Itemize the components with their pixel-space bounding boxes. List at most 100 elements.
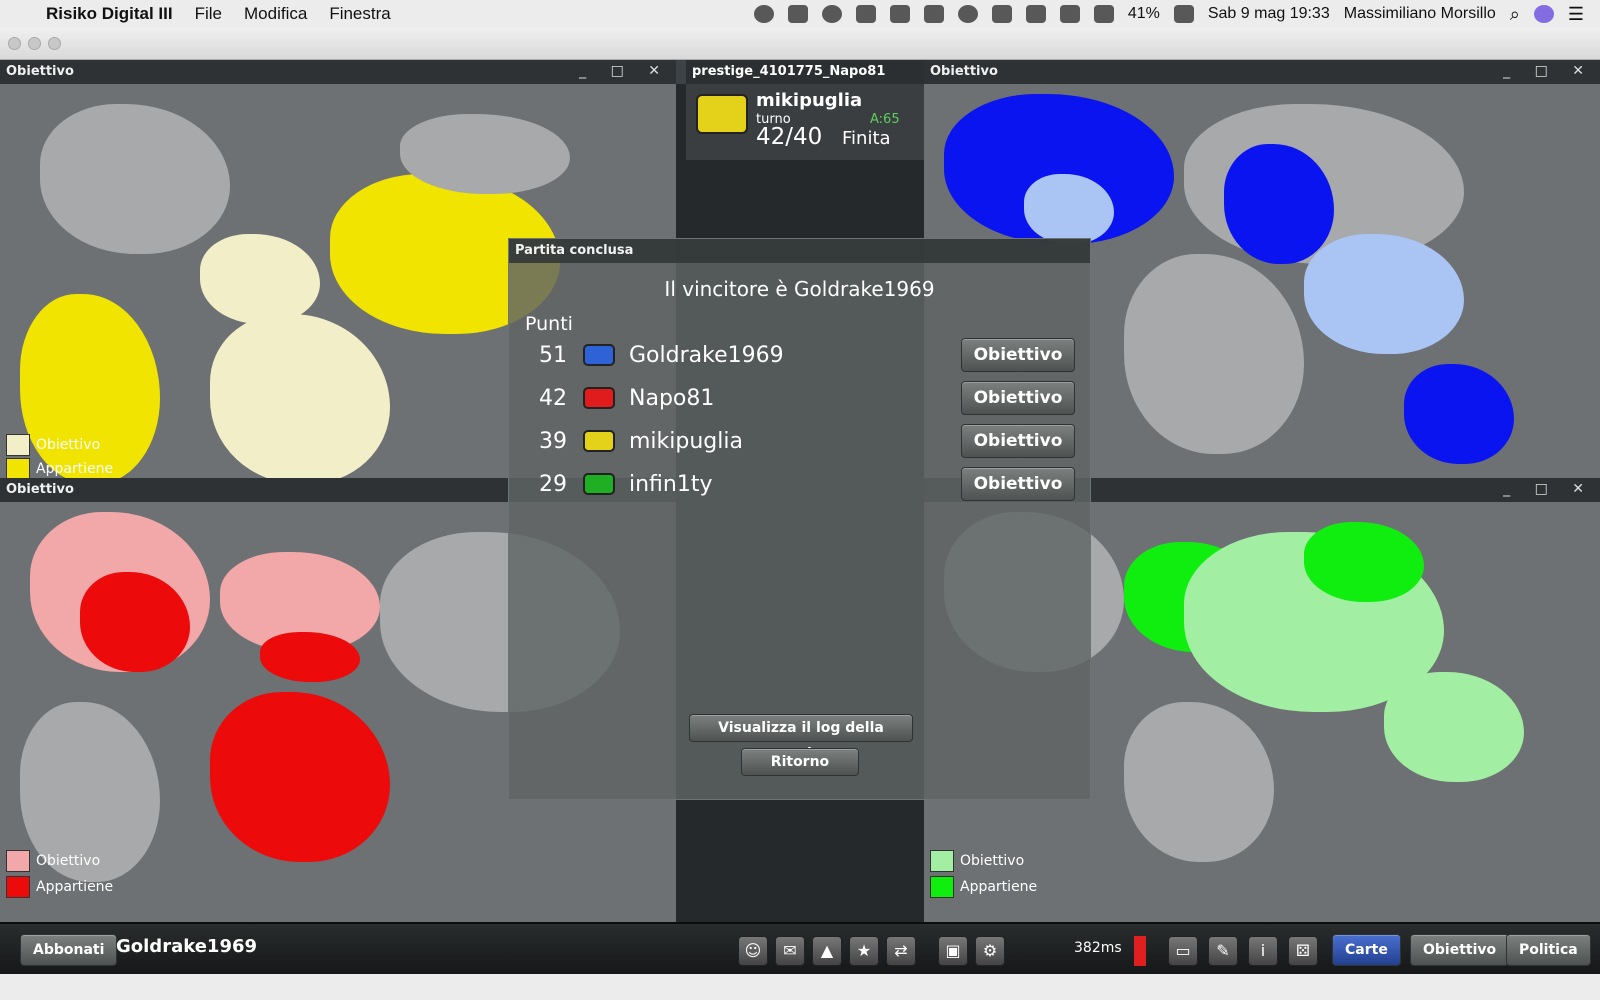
legend-label: Appartiene xyxy=(960,879,1038,895)
objective-button[interactable]: Obiettivo xyxy=(961,424,1075,458)
game-info-panel: prestige_4101775_Napo81 mikipuglia turno… xyxy=(686,60,924,160)
return-button[interactable]: Ritorno xyxy=(741,748,859,776)
dice-icon[interactable]: ⚄ xyxy=(1288,936,1318,966)
armies-count: A:65 xyxy=(870,112,900,127)
legend-swatch xyxy=(930,876,954,898)
player-tank-icon xyxy=(696,94,748,134)
control-center-icon[interactable]: ☰ xyxy=(1568,4,1584,25)
territory[interactable] xyxy=(400,114,570,194)
territory[interactable] xyxy=(1124,254,1304,454)
territory-owned[interactable] xyxy=(210,692,390,862)
legend-owned: Appartiene xyxy=(6,876,113,898)
star-icon[interactable]: ★ xyxy=(849,936,879,966)
menu-file[interactable]: File xyxy=(195,4,222,24)
window-title-bar xyxy=(0,28,1600,60)
volume-icon[interactable] xyxy=(1093,5,1114,23)
game-over-dialog: Partita conclusa Il vincitore è Goldrake… xyxy=(508,238,1091,800)
dialog-title: Partita conclusa xyxy=(509,239,1090,263)
player-score: 42 xyxy=(539,385,567,411)
cloud-icon[interactable] xyxy=(821,5,842,23)
objective-button[interactable]: Obiettivo xyxy=(961,467,1075,501)
siri-icon[interactable] xyxy=(1533,5,1554,23)
panel-window-buttons[interactable]: _ □ ✕ xyxy=(1503,481,1594,497)
objective-bottom-button[interactable]: Obiettivo xyxy=(1410,934,1510,966)
legend-swatch xyxy=(6,850,30,872)
bottom-toolbar: Abbonati Goldrake1969 ☺ ✉ ▲ ★ ⇄ ▣ ⚙ 382m… xyxy=(0,922,1600,974)
view-log-button[interactable]: Visualizza il log della partita xyxy=(689,714,913,762)
territory-owned[interactable] xyxy=(1404,364,1514,464)
chat-icon[interactable]: ✉ xyxy=(775,936,805,966)
menu-modifica[interactable]: Modifica xyxy=(244,4,307,24)
territory-owned[interactable] xyxy=(1304,522,1424,602)
territory[interactable] xyxy=(1124,702,1274,862)
game-status: Finita xyxy=(842,128,891,149)
window-footer xyxy=(0,974,1600,1000)
window-icon[interactable]: ▣ xyxy=(938,936,968,966)
player-name: Goldrake1969 xyxy=(629,342,784,368)
legend-swatch xyxy=(6,458,30,478)
player-name: Napo81 xyxy=(629,385,715,411)
status-icon[interactable] xyxy=(753,5,774,23)
territory-objective[interactable] xyxy=(1384,672,1524,782)
ping-value: 382ms xyxy=(1074,940,1122,956)
legend-label: Obiettivo xyxy=(36,437,101,453)
airplay-icon[interactable] xyxy=(991,5,1012,23)
current-player-name: Goldrake1969 xyxy=(116,936,258,957)
players-icon[interactable]: ☺ xyxy=(738,936,768,966)
territory-objective[interactable] xyxy=(1304,234,1464,354)
player-score: 29 xyxy=(539,471,567,497)
battery-percent: 41% xyxy=(1127,5,1160,22)
objective-button[interactable]: Obiettivo xyxy=(961,381,1075,415)
satellite-icon[interactable] xyxy=(889,5,910,23)
current-player: mikipuglia xyxy=(756,90,863,111)
points-header: Punti xyxy=(525,313,573,335)
turn-value: 42/40 xyxy=(756,124,823,150)
legend-owned: Appartiene xyxy=(930,876,1037,898)
connection-indicator xyxy=(1134,936,1146,966)
cards-icon[interactable]: ▭ xyxy=(1168,936,1198,966)
player-name: infin1ty xyxy=(629,471,713,497)
wifi-icon[interactable] xyxy=(1059,5,1080,23)
time-machine-icon[interactable] xyxy=(957,5,978,23)
player-row: 39 mikipuglia Obiettivo xyxy=(525,421,1075,461)
transfer-icon[interactable]: ⇄ xyxy=(886,936,916,966)
bluetooth-icon[interactable] xyxy=(1025,5,1046,23)
legend-label: Obiettivo xyxy=(36,853,101,869)
player-row: 51 Goldrake1969 Obiettivo xyxy=(525,335,1075,375)
legend-objective: Obiettivo xyxy=(6,434,100,456)
panel-window-buttons[interactable]: _ □ ✕ xyxy=(579,63,670,79)
tank-icon xyxy=(583,344,615,366)
territory[interactable] xyxy=(40,104,230,254)
legend-objective: Obiettivo xyxy=(930,850,1024,872)
tank-icon xyxy=(583,473,615,495)
panel-title: Obiettivo xyxy=(0,60,676,84)
bbedit-icon[interactable] xyxy=(923,5,944,23)
app-menu[interactable]: Risiko Digital III xyxy=(46,4,173,24)
territory-objective[interactable] xyxy=(210,314,390,478)
objective-button[interactable]: Obiettivo xyxy=(961,338,1075,372)
spotlight-icon[interactable]: ⌕ xyxy=(1510,4,1520,25)
dropbox-icon[interactable] xyxy=(855,5,876,23)
winner-text: Il vincitore è Goldrake1969 xyxy=(664,277,935,301)
settings-icon[interactable]: ⚙ xyxy=(975,936,1005,966)
legend-owned: Appartiene xyxy=(6,458,113,478)
shield-icon[interactable] xyxy=(787,5,808,23)
panel-window-buttons[interactable]: _ □ ✕ xyxy=(1503,63,1594,79)
player-score: 39 xyxy=(539,428,567,454)
legend-label: Appartiene xyxy=(36,879,114,895)
cards-button[interactable]: Carte xyxy=(1332,934,1401,966)
zoom-window-icon[interactable] xyxy=(48,37,61,50)
menu-finestra[interactable]: Finestra xyxy=(329,4,390,24)
politics-button[interactable]: Politica xyxy=(1506,934,1591,966)
info-icon[interactable]: i xyxy=(1248,936,1278,966)
minimize-window-icon[interactable] xyxy=(28,37,41,50)
stamp-icon[interactable]: ▲ xyxy=(812,936,842,966)
notes-icon[interactable]: ✎ xyxy=(1208,936,1238,966)
user-name[interactable]: Massimiliano Morsillo xyxy=(1344,5,1496,23)
player-row: 42 Napo81 Obiettivo xyxy=(525,378,1075,418)
subscribers-button[interactable]: Abbonati xyxy=(20,934,118,966)
territory-objective[interactable] xyxy=(200,234,320,324)
battery-icon[interactable] xyxy=(1173,5,1194,23)
clock[interactable]: Sab 9 mag 19:33 xyxy=(1208,5,1330,23)
close-window-icon[interactable] xyxy=(8,37,21,50)
